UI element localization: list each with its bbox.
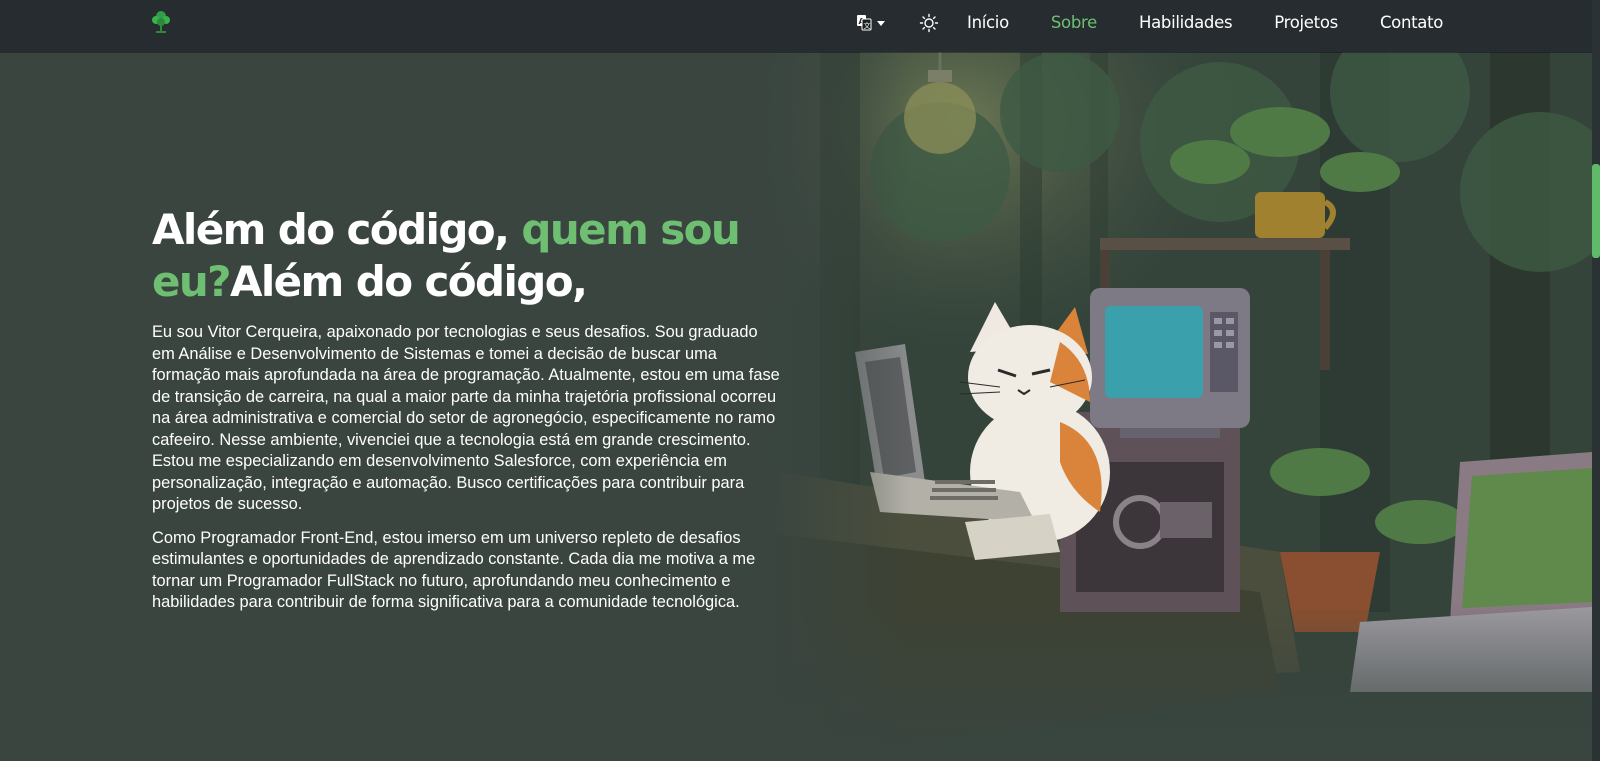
- nav-link-projetos[interactable]: Projetos: [1274, 13, 1338, 32]
- nav-link-habilidades[interactable]: Habilidades: [1139, 13, 1233, 32]
- language-button[interactable]: A 文: [856, 13, 890, 33]
- page-scrollbar[interactable]: [1592, 0, 1600, 761]
- about-paragraph-1: Eu sou Vitor Cerqueira, apaixonado por t…: [152, 323, 780, 513]
- translate-icon: A 文: [857, 15, 885, 31]
- theme-toggle-button[interactable]: [918, 13, 940, 33]
- sun-icon: [919, 13, 939, 33]
- chevron-down-icon: [877, 21, 885, 26]
- nav-links: Início Sobre Habilidades Projetos Contat…: [967, 0, 1485, 45]
- svg-text:文: 文: [864, 21, 871, 30]
- scrollbar-thumb[interactable]: [1592, 164, 1600, 258]
- about-section: Além do código, quem sou eu?Além do códi…: [152, 204, 782, 614]
- nav-link-contato[interactable]: Contato: [1380, 13, 1443, 32]
- navbar: A 文 Início Sobre Habilidades Projetos: [0, 0, 1600, 52]
- title-part1: Além do código,: [152, 205, 522, 254]
- about-paragraph-2: Como Programador Front-End, estou imerso…: [152, 528, 756, 612]
- nav-link-sobre[interactable]: Sobre: [1051, 13, 1097, 32]
- about-title: Além do código, quem sou eu?Além do códi…: [152, 204, 782, 308]
- cat-programmer-illustration: [760, 52, 1592, 761]
- title-part2: Além do código,: [229, 257, 588, 306]
- tree-logo-icon[interactable]: [150, 9, 172, 35]
- nav-link-inicio[interactable]: Início: [967, 13, 1009, 32]
